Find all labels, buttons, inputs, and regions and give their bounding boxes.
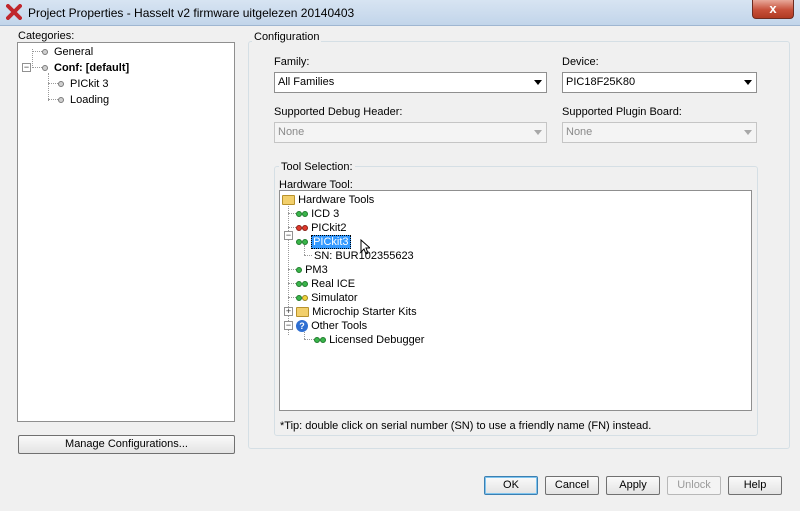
debug-header-label: Supported Debug Header: [274, 106, 403, 118]
tree-guide [304, 339, 314, 340]
family-label: Family: [274, 56, 310, 68]
window-title: Project Properties - Hasselt v2 firmware… [28, 6, 355, 20]
help-icon: ? [296, 320, 308, 333]
status-green-icon [302, 281, 308, 288]
app-logo-icon [6, 4, 22, 20]
tree-item-label: Simulator [311, 292, 358, 304]
tree-item-simulator[interactable]: Simulator [296, 291, 358, 305]
device-select[interactable]: PIC18F25K80 [562, 72, 757, 93]
category-label: PICkit 3 [70, 78, 109, 90]
status-yellow-icon [302, 295, 308, 302]
chevron-down-icon [744, 130, 752, 135]
tree-guide [288, 283, 296, 284]
folder-icon [296, 307, 309, 318]
category-label: Conf: [default] [54, 62, 130, 74]
collapse-icon[interactable]: − [284, 321, 293, 330]
device-value: PIC18F25K80 [566, 76, 636, 88]
dialog-body: Categories: General − Conf: [default] PI… [4, 26, 796, 507]
configuration-title: Configuration [252, 31, 322, 43]
status-green-icon [296, 267, 302, 274]
tree-item-starter-kits[interactable]: Microchip Starter Kits [296, 305, 417, 319]
tree-item-label: Licensed Debugger [329, 334, 425, 346]
status-green-icon [302, 211, 308, 218]
category-label: Loading [70, 94, 110, 106]
plugin-board-label: Supported Plugin Board: [562, 106, 682, 118]
family-select[interactable]: All Families [274, 72, 547, 93]
apply-button[interactable]: Apply [606, 476, 660, 495]
tree-guide [288, 297, 296, 298]
node-bullet-icon [42, 49, 48, 56]
node-bullet-icon [42, 65, 48, 72]
tree-guide [48, 73, 49, 101]
tool-selection-title: Tool Selection: [279, 161, 355, 173]
tree-item-pickit2[interactable]: PICkit2 [296, 221, 347, 235]
tree-item-real-ice[interactable]: Real ICE [296, 277, 355, 291]
tree-item-label: Microchip Starter Kits [312, 306, 417, 318]
category-label: General [54, 46, 94, 58]
tree-item-label: SN: BUR102355623 [314, 250, 414, 262]
tree-guide [48, 83, 58, 84]
chevron-down-icon [534, 80, 542, 85]
close-button[interactable]: x [752, 0, 794, 19]
expand-icon[interactable]: + [284, 307, 293, 316]
tree-item-icd3[interactable]: ICD 3 [296, 207, 339, 221]
node-bullet-icon [58, 81, 64, 88]
manage-configurations-button[interactable]: Manage Configurations... [18, 435, 235, 454]
tree-item-label: PICkit2 [311, 222, 347, 234]
debug-header-value: None [278, 126, 305, 138]
debug-header-select: None [274, 122, 547, 143]
folder-icon [282, 195, 295, 206]
categories-tree: General − Conf: [default] PICkit 3 Loadi… [17, 42, 235, 422]
category-pickit3[interactable]: PICkit 3 [58, 77, 109, 91]
tip-text: *Tip: double click on serial number (SN)… [280, 420, 652, 432]
status-green-icon [320, 337, 326, 344]
ok-button[interactable]: OK [484, 476, 538, 495]
hardware-tool-tree[interactable]: Hardware Tools ICD 3 PICkit2 − PICkit3 S… [279, 190, 752, 411]
unlock-button: Unlock [667, 476, 721, 495]
device-label: Device: [562, 56, 599, 68]
collapse-icon[interactable]: − [284, 231, 293, 240]
plugin-board-value: None [566, 126, 593, 138]
tree-guide [304, 255, 312, 256]
tree-guide [48, 99, 58, 100]
status-green-icon [302, 239, 308, 246]
tree-item-label: Other Tools [311, 320, 368, 332]
node-bullet-icon [58, 97, 64, 104]
title-bar: Project Properties - Hasselt v2 firmware… [0, 0, 800, 26]
family-value: All Families [278, 76, 335, 88]
category-loading[interactable]: Loading [58, 93, 109, 107]
tree-item-label: Real ICE [311, 278, 356, 290]
help-button[interactable]: Help [728, 476, 782, 495]
tree-guide [288, 213, 296, 214]
tree-item-label: PICkit3 [311, 235, 351, 249]
status-red-icon [302, 225, 308, 232]
tree-guide [288, 227, 296, 228]
categories-label: Categories: [18, 30, 75, 42]
tree-item-label: ICD 3 [311, 208, 340, 220]
tree-item-label: PM3 [305, 264, 328, 276]
tree-item-licensed-debugger[interactable]: Licensed Debugger [314, 333, 424, 347]
chevron-down-icon [744, 80, 752, 85]
category-conf-default[interactable]: Conf: [default] [42, 61, 129, 75]
tree-item-label: Hardware Tools [298, 194, 375, 206]
tree-item-pickit3-serial[interactable]: SN: BUR102355623 [314, 249, 414, 263]
tree-item-hardware-tools[interactable]: Hardware Tools [282, 193, 374, 207]
collapse-icon[interactable]: − [22, 63, 31, 72]
tree-item-other-tools[interactable]: ? Other Tools [296, 319, 367, 333]
tree-item-pm3[interactable]: PM3 [296, 263, 328, 277]
cancel-button[interactable]: Cancel [545, 476, 599, 495]
plugin-board-select: None [562, 122, 757, 143]
tree-guide [32, 51, 42, 52]
chevron-down-icon [534, 130, 542, 135]
tree-item-pickit3[interactable]: PICkit3 [296, 235, 351, 249]
tree-guide [32, 67, 42, 68]
tree-guide [288, 269, 296, 270]
category-general[interactable]: General [42, 45, 93, 59]
